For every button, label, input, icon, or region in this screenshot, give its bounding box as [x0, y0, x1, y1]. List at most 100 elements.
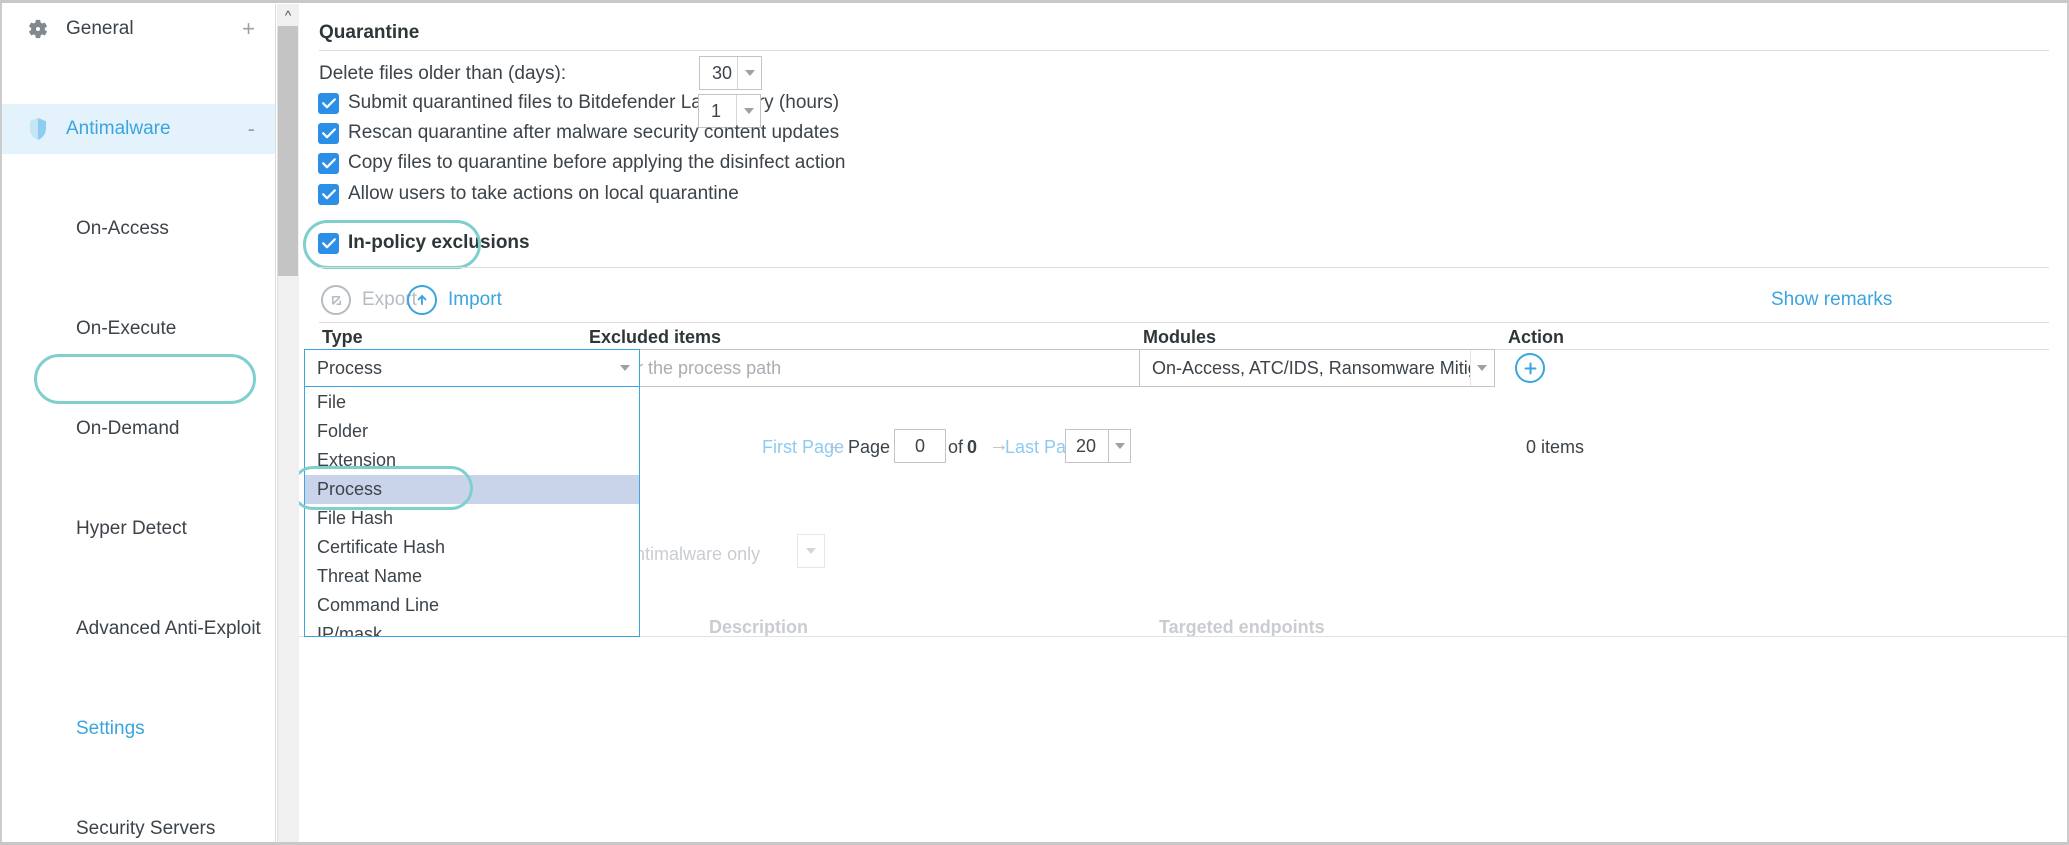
- delete-files-days-dropdown-arrow[interactable]: [737, 57, 761, 89]
- dropdown-option-extension[interactable]: Extension: [305, 446, 639, 475]
- type-select-value: Process: [317, 357, 383, 378]
- dropdown-option-certificate-hash[interactable]: Certificate Hash: [305, 533, 639, 562]
- copy-files-to-quarantine-checkbox[interactable]: [318, 153, 339, 174]
- export-button[interactable]: Export: [321, 285, 417, 315]
- in-policy-exclusions-checkbox[interactable]: [318, 233, 339, 254]
- import-button[interactable]: Import: [407, 285, 502, 315]
- type-select[interactable]: Process: [304, 349, 640, 387]
- checkmark-icon: [321, 98, 336, 109]
- shield-icon: [24, 117, 52, 141]
- policy-dropdown-arrow[interactable]: [798, 535, 824, 567]
- sidebar-item-settings[interactable]: Settings: [2, 704, 275, 754]
- dropdown-option-file[interactable]: File: [305, 388, 639, 417]
- sidebar-item-label: General: [66, 18, 134, 39]
- checkmark-icon: [321, 158, 336, 169]
- in-policy-exclusions-label: In-policy exclusions: [348, 232, 530, 253]
- chevron-down-icon: [744, 70, 755, 76]
- delete-files-days-spinner[interactable]: 30: [699, 56, 762, 90]
- previous-page-arrow[interactable]: ←: [826, 434, 846, 457]
- allow-users-local-quarantine-checkbox[interactable]: [318, 184, 339, 205]
- show-remarks-link[interactable]: Show remarks: [1771, 289, 1892, 311]
- of-label: of: [948, 437, 964, 457]
- sidebar-item-antimalware[interactable]: Antimalware -: [2, 104, 275, 154]
- dropdown-option-threat-name[interactable]: Threat Name: [305, 562, 639, 591]
- background-column-header-description: Description: [709, 617, 809, 637]
- policy-name-background-dropdown[interactable]: [797, 534, 825, 568]
- rescan-quarantine-label: Rescan quarantine after malware security…: [348, 122, 840, 143]
- page-label: Page: [848, 437, 891, 457]
- column-header-modules: Modules: [1143, 327, 1217, 347]
- page-size-value: 20: [1076, 435, 1097, 456]
- submit-quarantined-files-checkbox[interactable]: [318, 93, 339, 114]
- sidebar-item-label: Antimalware: [66, 118, 171, 139]
- submit-quarantined-files-label: Submit quarantined files to Bitdefender …: [348, 92, 840, 113]
- exclusions-divider: [319, 267, 2049, 268]
- sidebar-item-label: On-Execute: [76, 318, 177, 339]
- sidebar-item-label: Security Servers: [76, 818, 216, 839]
- sidebar-item-hyper-detect[interactable]: Hyper Detect: [2, 504, 275, 554]
- chevron-down-icon: [743, 108, 754, 114]
- background-column-header-targeted-endpoints: Targeted endpoints: [1159, 617, 1325, 637]
- import-label: Import: [448, 289, 502, 310]
- add-exclusion-button[interactable]: [1515, 353, 1545, 383]
- checkmark-icon: [321, 238, 336, 249]
- table-top-divider: [319, 322, 2049, 323]
- sidebar-item-label: Advanced Anti-Exploit: [76, 618, 261, 639]
- sidebar-item-advanced-anti-exploit[interactable]: Advanced Anti-Exploit: [2, 604, 275, 654]
- sidebar-item-general[interactable]: General +: [2, 4, 275, 54]
- type-select-dropdown-arrow[interactable]: [611, 350, 639, 386]
- dropdown-option-folder[interactable]: Folder: [305, 417, 639, 446]
- main-content-panel: Quarantine Delete files older than (days…: [299, 4, 2067, 842]
- sidebar-item-security-servers[interactable]: Security Servers: [2, 804, 275, 842]
- delete-files-days-value: 30: [712, 62, 733, 83]
- import-icon: [407, 285, 437, 315]
- delete-files-label: Delete files older than (days):: [319, 63, 567, 84]
- allow-users-local-quarantine-label: Allow users to take actions on local qua…: [348, 183, 739, 204]
- sidebar-navigation: General + Antimalware - On-Access On-Exe…: [2, 4, 276, 842]
- dropdown-option-process[interactable]: Process: [305, 475, 639, 504]
- chevron-down-icon: [620, 365, 630, 371]
- total-pages-value: 0: [967, 437, 978, 457]
- sidebar-scrollbar-thumb[interactable]: [278, 26, 298, 276]
- gear-icon: [24, 17, 52, 41]
- page-size-select[interactable]: 20: [1065, 429, 1109, 463]
- type-options-dropdown[interactable]: Process File Folder Extension Process Fi…: [304, 349, 640, 637]
- application-window: General + Antimalware - On-Access On-Exe…: [0, 0, 2069, 845]
- chevron-down-icon: [806, 548, 816, 554]
- collapse-toggle-antimalware[interactable]: -: [248, 118, 255, 140]
- modules-select-value: On-Access, ATC/IDS, Ransomware Mitigatio…: [1152, 357, 1470, 378]
- rescan-quarantine-checkbox[interactable]: [318, 123, 339, 144]
- excluded-items-placeholder: Enter the process path: [600, 357, 782, 378]
- dropdown-option-file-hash[interactable]: File Hash: [305, 504, 639, 533]
- column-header-excluded-items: Excluded items: [589, 327, 722, 347]
- page-number-input[interactable]: 0: [894, 429, 946, 463]
- sidebar-item-label: Settings: [76, 718, 145, 739]
- chevron-down-icon: [1477, 365, 1488, 371]
- sidebar-item-label: On-Access: [76, 218, 169, 239]
- window-top-border: [0, 0, 2069, 3]
- title-divider: [319, 50, 2049, 51]
- column-header-action: Action: [1508, 327, 1564, 347]
- excluded-items-input[interactable]: Enter the process path: [587, 349, 1140, 387]
- plus-icon: [1524, 362, 1536, 374]
- page-number-value: 0: [914, 435, 925, 456]
- sidebar-item-label: Hyper Detect: [76, 518, 187, 539]
- page-title: Quarantine: [319, 22, 420, 43]
- dropdown-option-ip-mask[interactable]: IP/mask: [305, 620, 639, 636]
- sidebar-item-on-execute[interactable]: On-Execute: [2, 304, 275, 354]
- dropdown-option-command-line[interactable]: Command Line: [305, 591, 639, 620]
- settings-highlight-ring: [34, 354, 256, 404]
- column-header-type: Type: [322, 327, 363, 347]
- modules-select-dropdown-arrow[interactable]: [1469, 350, 1495, 386]
- copy-files-to-quarantine-label: Copy files to quarantine before applying…: [348, 152, 846, 173]
- sidebar-item-on-demand[interactable]: On-Demand: [2, 404, 275, 454]
- page-size-dropdown-arrow[interactable]: [1109, 429, 1131, 463]
- sidebar-item-on-access[interactable]: On-Access: [2, 204, 275, 254]
- scroll-up-arrow-icon[interactable]: ^: [277, 4, 299, 26]
- sidebar-item-label: On-Demand: [76, 418, 180, 439]
- items-count: 0 items: [1526, 437, 1585, 457]
- modules-select[interactable]: On-Access, ATC/IDS, Ransomware Mitigatio…: [1139, 349, 1495, 387]
- export-icon: [321, 285, 351, 315]
- checkmark-icon: [321, 189, 336, 200]
- expand-toggle-general[interactable]: +: [242, 18, 255, 40]
